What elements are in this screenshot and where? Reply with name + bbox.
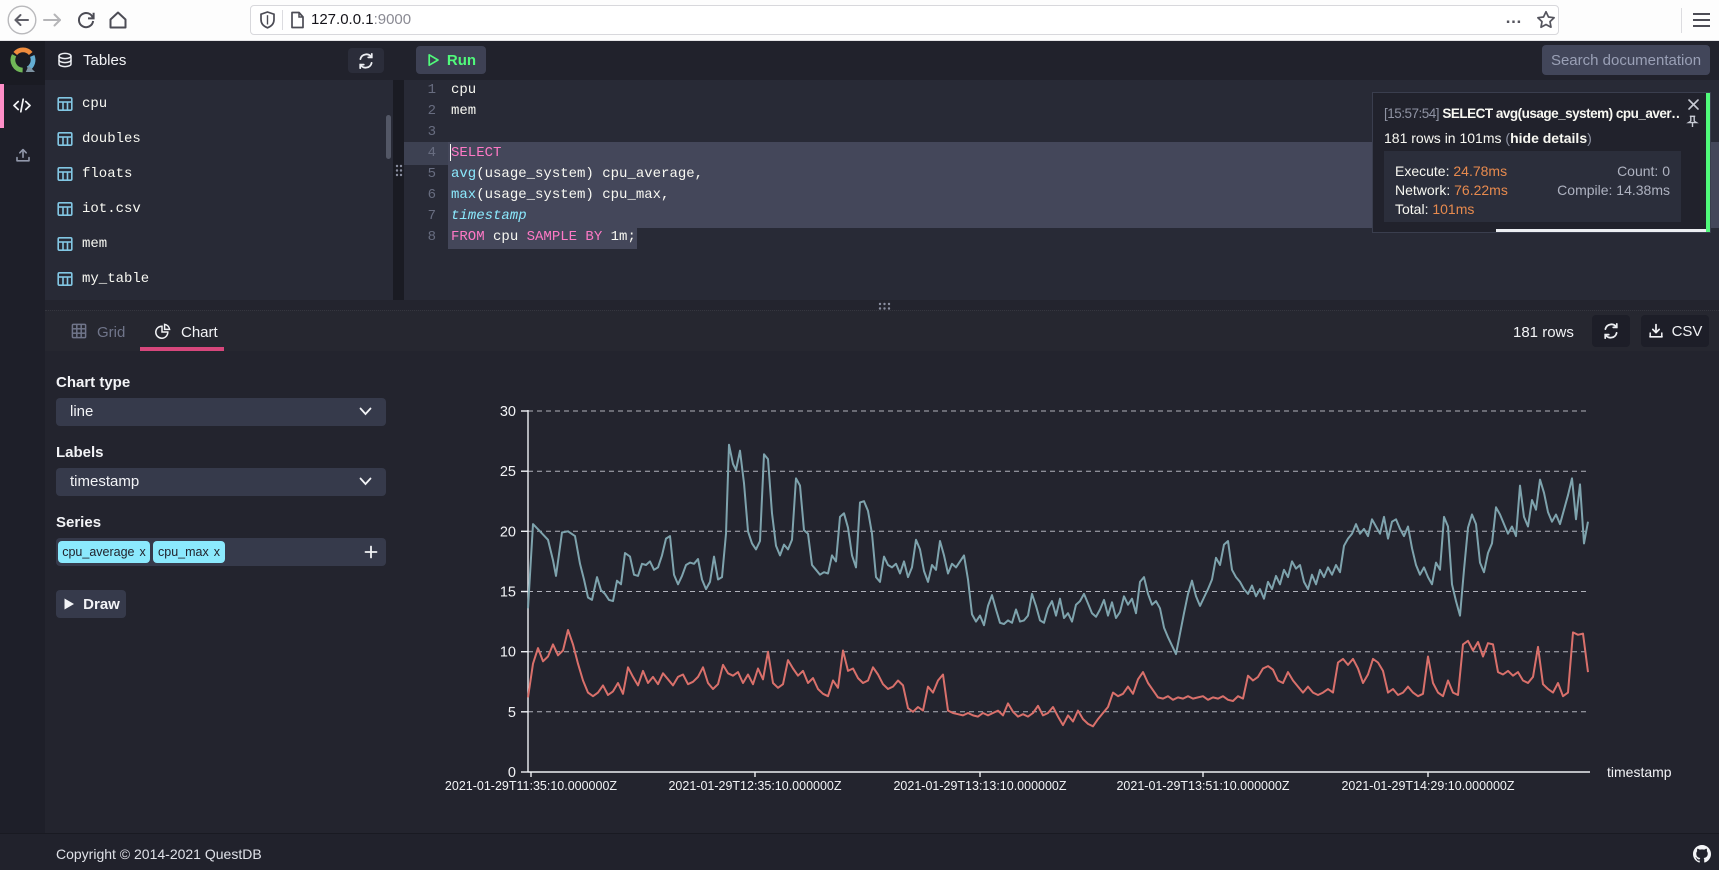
svg-text:2021-01-29T13:13:10.000000Z: 2021-01-29T13:13:10.000000Z [893, 779, 1066, 793]
svg-text:timestamp: timestamp [1607, 764, 1672, 780]
svg-text:20: 20 [500, 524, 516, 540]
svg-text:10: 10 [500, 645, 516, 661]
svg-text:2021-01-29T11:35:10.000000Z: 2021-01-29T11:35:10.000000Z [445, 779, 617, 793]
svg-text:2021-01-29T13:51:10.000000Z: 2021-01-29T13:51:10.000000Z [1116, 779, 1289, 793]
svg-text:2021-01-29T12:35:10.000000Z: 2021-01-29T12:35:10.000000Z [668, 779, 841, 793]
svg-text:2021-01-29T14:29:10.000000Z: 2021-01-29T14:29:10.000000Z [1341, 779, 1514, 793]
svg-text:25: 25 [500, 464, 516, 480]
svg-text:30: 30 [500, 404, 516, 420]
svg-text:15: 15 [500, 585, 516, 601]
svg-text:5: 5 [508, 705, 516, 721]
